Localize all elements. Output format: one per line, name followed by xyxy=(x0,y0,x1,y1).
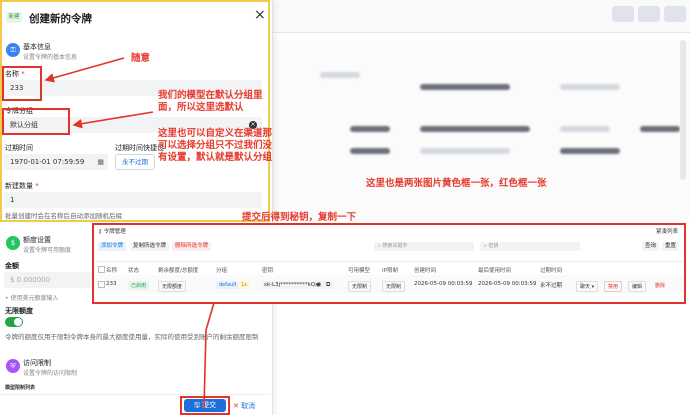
status-badge: 已启用 xyxy=(128,281,150,290)
cell-expire: 永不过期 xyxy=(540,283,563,289)
token-title: ⚷ 令牌管理 xyxy=(98,229,126,235)
col-name: 名称 xyxy=(106,268,118,274)
table-divider xyxy=(94,261,684,262)
annotation-two-images: 这里也是两张图片黄色框一张，红色框一张 xyxy=(366,178,547,189)
key-field: sk-L3j**********kQx xyxy=(262,281,334,289)
token-management-panel: ⚷ 令牌管理 紧凑列表 添加令牌 复制所选令牌 删除所选令牌 ⌕ 搜索关键字 ⌕… xyxy=(92,223,686,304)
cell-created: 2026-05-09 00:03:59 xyxy=(414,281,473,287)
key-search-input[interactable]: ⌕ 密钥 xyxy=(480,242,580,251)
col-created: 创建时间 xyxy=(414,268,437,274)
col-ip: IP限制 xyxy=(382,268,398,274)
arrow-to-group xyxy=(72,111,154,129)
row-checkbox[interactable] xyxy=(98,281,105,288)
col-expire: 过期时间 xyxy=(540,268,563,274)
select-all-checkbox[interactable] xyxy=(98,266,105,273)
col-group: 分组 xyxy=(216,268,228,274)
chat-button-label: 聊天 xyxy=(580,284,591,290)
col-key: 密钥 xyxy=(262,268,274,274)
col-quota: 剩余额度/总额度 xyxy=(158,268,199,274)
delete-button[interactable]: 删除 xyxy=(652,281,668,290)
add-token-button[interactable]: 添加令牌 xyxy=(98,242,127,251)
annotation-default-group: 我们的模型在默认分组里面，所以这里选默认 xyxy=(158,90,263,113)
arrow-to-name xyxy=(44,57,125,83)
disable-button[interactable]: 禁用 xyxy=(604,281,623,292)
col-last-used: 最后使用时间 xyxy=(478,268,512,274)
models-badge: 无限制 xyxy=(348,281,372,292)
reset-button[interactable]: 重置 xyxy=(662,242,680,251)
col-models: 可用模型 xyxy=(348,268,371,274)
copy-selected-button[interactable]: 复制所选令牌 xyxy=(130,242,170,251)
copy-icon[interactable]: ⧉ xyxy=(326,281,330,289)
annotation-custom-group: 这里也可以自定义在渠道那可以选择分组只不过我们没有设置，默认就是默认分组 xyxy=(158,128,273,163)
annotation-arrows xyxy=(44,57,320,409)
compact-list-button[interactable]: 紧凑列表 xyxy=(656,227,678,235)
delete-selected-button[interactable]: 删除所选令牌 xyxy=(172,242,212,251)
cell-last-used: 2026-05-09 00:03:59 xyxy=(478,281,537,287)
group-badge: default xyxy=(216,281,240,289)
group-ratio-badge: 1x xyxy=(238,281,251,289)
col-status: 状态 xyxy=(128,268,140,274)
search-input[interactable]: ⌕ 搜索关键字 xyxy=(374,242,474,251)
edit-button[interactable]: 编辑 xyxy=(628,281,647,292)
chat-button[interactable]: 聊天 ▾ xyxy=(576,281,599,292)
annotation-copy-key: 提交后得到秘钥，复制一下 xyxy=(242,212,357,223)
annotation-any: 随意 xyxy=(131,53,151,64)
eye-icon[interactable]: ◉ xyxy=(316,281,321,288)
quota-badge: 无限额度 xyxy=(158,281,187,292)
cell-name: 233 xyxy=(106,281,117,287)
query-button[interactable]: 查询 xyxy=(642,242,660,251)
ip-badge: 无限制 xyxy=(382,281,406,292)
